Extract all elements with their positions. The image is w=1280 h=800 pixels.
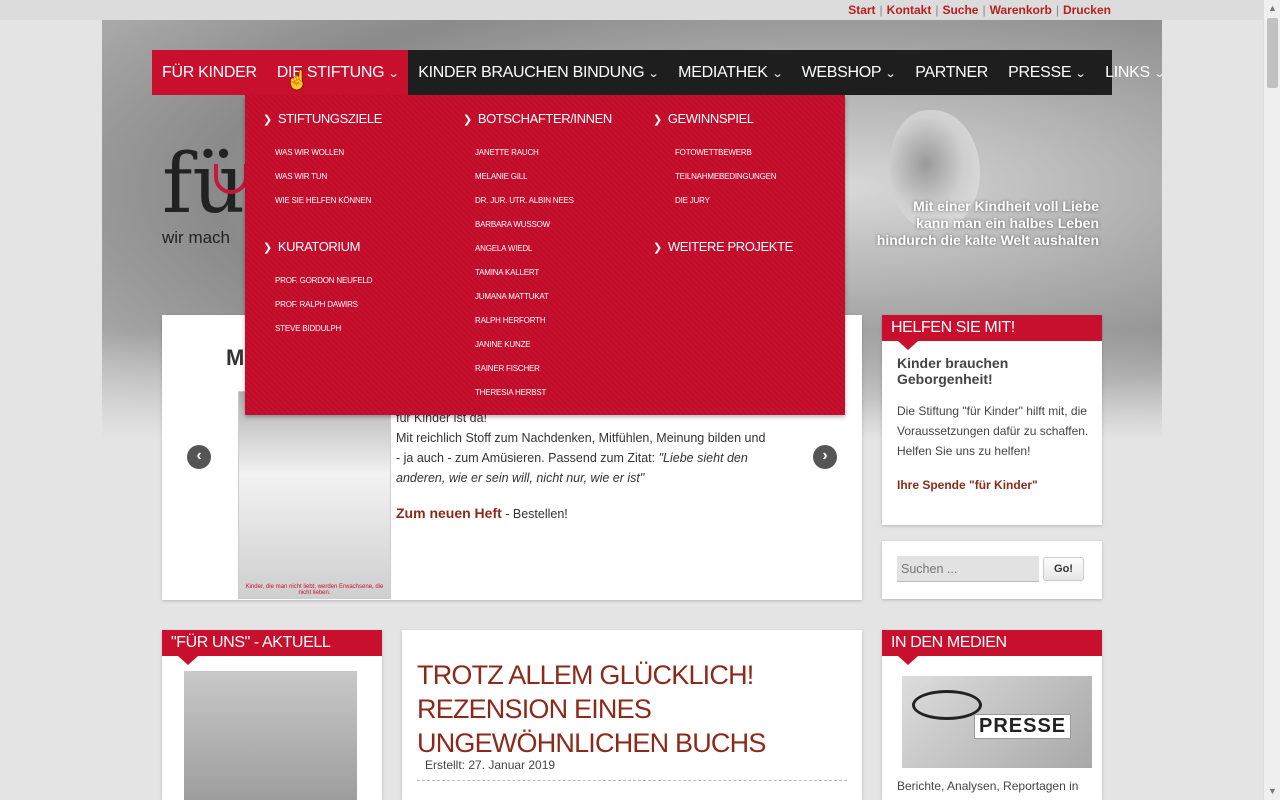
scroll-thumb[interactable]	[1267, 18, 1278, 88]
chevron-down-icon: ⌄	[647, 68, 660, 80]
stiftung-dropdown-menu: ❯ STIFTUNGSZIELE WAS WIR WOLLEN WAS WIR T…	[245, 95, 845, 415]
dd-link[interactable]: PROF. GORDON NEUFELD	[275, 276, 373, 285]
widget-title: HELFEN SIE MIT!	[882, 315, 1102, 350]
nav-partner[interactable]: PARTNER	[905, 50, 998, 95]
site-logo[interactable]: fü wir mach	[162, 140, 248, 247]
dd-head-stiftungsziele[interactable]: ❯ STIFTUNGSZIELE	[263, 111, 382, 126]
top-links: Start | Kontakt | Suche | Warenkorb | Drucken	[848, 3, 1111, 17]
dd-link[interactable]: ANGELA WIEDL	[475, 244, 532, 253]
dd-link[interactable]: MELANIE GILL	[475, 172, 527, 181]
chevron-down-icon: ⌄	[1153, 68, 1166, 80]
article-title[interactable]: TROTZ ALLEM GLÜCKLICH! REZENSION EINES U…	[417, 658, 847, 760]
glasses-icon	[912, 690, 982, 720]
dd-link[interactable]: RAINER FISCHER	[475, 364, 540, 373]
dd-link[interactable]: TAMINA KALLERT	[475, 268, 539, 277]
dd-link[interactable]: WAS WIR WOLLEN	[275, 148, 344, 157]
top-utility-bar: Start | Kontakt | Suche | Warenkorb | Drucken	[0, 0, 1263, 20]
dd-link[interactable]: JANINE KUNZE	[475, 340, 531, 349]
dd-link[interactable]: THERESIA HERBST	[475, 388, 546, 397]
donate-link[interactable]: Ihre Spende "für Kinder"	[897, 478, 1038, 492]
nav-mediathek[interactable]: MEDIATHEK ⌄	[668, 50, 791, 95]
chevron-right-icon: ❯	[263, 114, 272, 126]
zum-neuen-heft-link[interactable]: Zum neuen Heft	[396, 505, 502, 521]
search-go-button[interactable]: Go!	[1043, 557, 1084, 581]
dd-link[interactable]: DR. JUR. UTR. ALBIN NEES	[475, 196, 574, 205]
dd-link[interactable]: BARBARA WUSSOW	[475, 220, 550, 229]
widget-title: "FÜR UNS" - AKTUELL	[162, 630, 382, 665]
magazine-cover-image[interactable]: Kinder, die man nicht liebt, werden Erwa…	[238, 391, 391, 599]
dd-link[interactable]: STEVE BIDDULPH	[275, 324, 341, 333]
magazine-thumbnail-image[interactable]	[184, 671, 357, 800]
article-date: Erstellt: 27. Januar 2019	[417, 758, 847, 781]
chevron-right-icon: ❯	[263, 242, 272, 254]
help-widget: HELFEN SIE MIT! Kinder brauchen Geborgen…	[882, 315, 1102, 525]
logo-tagline: wir mach	[162, 228, 231, 247]
slide-title: M	[226, 345, 245, 370]
search-input[interactable]	[897, 556, 1039, 582]
header-quote: Mit einer Kindheit voll Liebe kann man e…	[876, 198, 1099, 248]
article: TROTZ ALLEM GLÜCKLICH! REZENSION EINES U…	[402, 630, 862, 800]
nav-fuer-kinder[interactable]: FÜR KINDER	[152, 50, 267, 95]
chevron-down-icon: ⌄	[884, 68, 897, 80]
dd-link[interactable]: PROF. RALPH DAWIRS	[275, 300, 358, 309]
page-scrollbar[interactable]: ▲ ▼	[1263, 0, 1280, 800]
nav-links[interactable]: LINKS ⌄	[1095, 50, 1174, 95]
help-body: Die Stiftung "für Kinder" hilft mit, die…	[897, 404, 1089, 458]
dd-link[interactable]: WIE SIE HELFEN KÖNNEN	[275, 196, 371, 205]
slide-cta: Zum neuen Heft - Bestellen!	[396, 505, 568, 521]
chevron-right-icon: ❯	[463, 114, 472, 126]
dd-link[interactable]: TEILNAHMEBEDINGUNGEN	[675, 172, 777, 181]
chevron-down-icon: ⌄	[771, 68, 783, 80]
toplink-kontakt[interactable]: Kontakt	[887, 3, 932, 17]
dd-link[interactable]: JANETTE RAUCH	[475, 148, 539, 157]
toplink-start[interactable]: Start	[848, 3, 875, 17]
slider-next-button[interactable]: ›	[813, 445, 837, 469]
help-heading: Kinder brauchen Geborgenheit!	[897, 355, 1009, 387]
chevron-down-icon: ⌄	[387, 68, 400, 80]
medien-text: Berichte, Analysen, Reportagen in	[897, 779, 1079, 793]
dd-head-kuratorium[interactable]: ❯ KURATORIUM	[263, 239, 360, 254]
scroll-up-icon[interactable]: ▲	[1264, 0, 1280, 17]
nav-webshop[interactable]: WEBSHOP ⌄	[792, 50, 906, 95]
in-den-medien-widget: IN DEN MEDIEN PRESSE Berichte, Analysen,…	[882, 630, 1102, 800]
search-widget: Go!	[882, 541, 1102, 599]
nav-presse[interactable]: PRESSE ⌄	[998, 50, 1095, 95]
dd-link[interactable]: DIE JURY	[675, 196, 710, 205]
dd-link[interactable]: WAS WIR TUN	[275, 172, 327, 181]
slide-text: für Kinder ist da! Mit reichlich Stoff z…	[396, 411, 766, 485]
toplink-suche[interactable]: Suche	[942, 3, 978, 17]
fuer-uns-aktuell-widget: "FÜR UNS" - AKTUELL	[162, 630, 382, 800]
dd-head-gewinnspiel[interactable]: ❯ GEWINNSPIEL	[653, 111, 754, 126]
dd-link[interactable]: JUMANA MATTUKAT	[475, 292, 549, 301]
slider-prev-button[interactable]: ‹	[187, 445, 211, 469]
dd-link[interactable]: RALPH HERFORTH	[475, 316, 546, 325]
nav-kinder-brauchen-bindung[interactable]: KINDER BRAUCHEN BINDUNG ⌄	[408, 50, 668, 95]
chevron-right-icon: ❯	[653, 114, 662, 126]
widget-title: IN DEN MEDIEN	[882, 630, 1102, 665]
dd-head-botschafter[interactable]: ❯ BOTSCHAFTER/INNEN	[463, 111, 612, 126]
chevron-right-icon: ❯	[653, 242, 662, 254]
dd-link[interactable]: FOTOWETTBEWERB	[675, 148, 752, 157]
hand-cursor-icon: ☝	[286, 70, 309, 90]
toplink-warenkorb[interactable]: Warenkorb	[990, 3, 1052, 17]
dd-head-weitere-projekte[interactable]: ❯ WEITERE PROJEKTE	[653, 239, 793, 254]
toplink-drucken[interactable]: Drucken	[1063, 3, 1111, 17]
chevron-down-icon: ⌄	[1074, 68, 1087, 80]
presse-image[interactable]: PRESSE	[902, 676, 1092, 768]
scroll-down-icon[interactable]: ▼	[1264, 783, 1280, 800]
